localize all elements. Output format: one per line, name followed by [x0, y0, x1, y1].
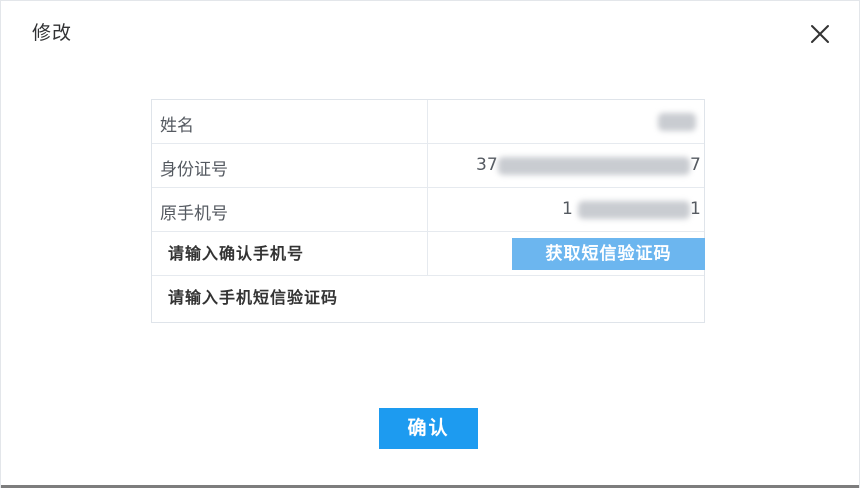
name-value-cell [428, 100, 704, 143]
get-sms-code-button[interactable]: 获取短信验证码 [512, 238, 705, 270]
id-number-prefix: 37 [476, 155, 498, 175]
dialog-header: 修改 [1, 1, 859, 61]
close-button[interactable] [807, 21, 833, 47]
id-number-label: 身份证号 [160, 160, 228, 180]
id-number-suffix: 7 [690, 155, 701, 175]
old-phone-prefix: 1 [562, 199, 573, 219]
close-icon [811, 25, 829, 43]
name-label-cell: 姓名 [152, 100, 428, 143]
name-label: 姓名 [160, 116, 194, 136]
old-phone-label-cell: 原手机号 [152, 188, 428, 231]
dialog-title: 修改 [32, 22, 73, 44]
table-row-old-phone: 原手机号 1 1 [152, 188, 704, 232]
old-phone-value-cell: 1 1 [428, 188, 704, 231]
id-number-redacted [498, 157, 690, 175]
table-row-name: 姓名 [152, 100, 704, 144]
name-value-redacted [658, 113, 696, 131]
info-table: 姓名 身份证号 37 7 原手机号 1 1 请输入确认手机号 请输入手机短信验证… [151, 99, 705, 323]
id-label-cell: 身份证号 [152, 144, 428, 187]
table-row-sms-code: 请输入手机短信验证码 [152, 276, 704, 320]
sms-code-input[interactable] [168, 276, 692, 320]
confirm-phone-input[interactable] [152, 232, 426, 276]
table-row-id-number: 身份证号 37 7 [152, 144, 704, 188]
old-phone-suffix: 1 [690, 199, 701, 219]
edit-dialog: 修改 姓名 身份证号 37 7 原手机号 1 1 请输入确认手机号 请输入手机短… [0, 0, 860, 488]
confirm-button[interactable]: 确认 [379, 408, 478, 449]
old-phone-label: 原手机号 [160, 204, 228, 224]
confirm-phone-cell: 请输入确认手机号 [152, 232, 428, 276]
old-phone-redacted [578, 201, 690, 219]
id-value-cell: 37 7 [428, 144, 704, 187]
